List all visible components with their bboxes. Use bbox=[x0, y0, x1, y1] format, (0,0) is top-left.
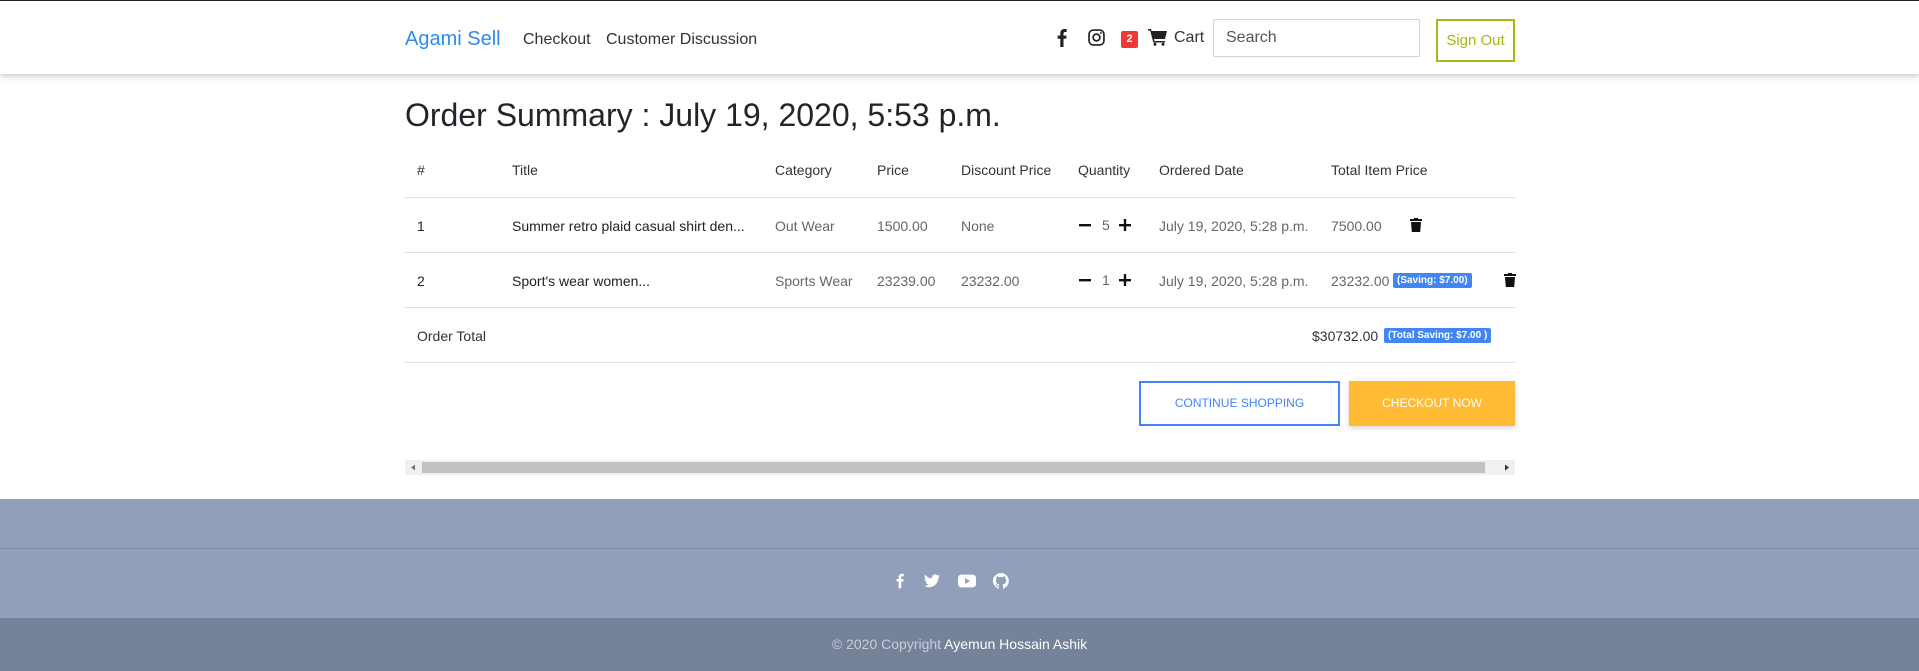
column-header: Title bbox=[512, 162, 538, 178]
item-discount-price: None bbox=[961, 218, 995, 234]
minus-icon[interactable] bbox=[1078, 273, 1092, 287]
column-header: Total Item Price bbox=[1331, 162, 1428, 178]
order-total-row: Order Total $30732.00 (Total Saving: $7.… bbox=[405, 308, 1515, 363]
scroll-left-icon[interactable] bbox=[405, 460, 422, 475]
copyright-text: © 2020 Copyright bbox=[831, 636, 945, 652]
twitter-icon[interactable] bbox=[924, 573, 940, 589]
search-input[interactable] bbox=[1213, 19, 1420, 57]
footer bbox=[0, 499, 1919, 618]
page-title: Order Summary : July 19, 2020, 5:53 p.m. bbox=[405, 97, 1001, 133]
youtube-icon[interactable] bbox=[958, 573, 976, 589]
trash-icon[interactable] bbox=[1410, 218, 1422, 232]
item-price: 23239.00 bbox=[877, 273, 936, 289]
horizontal-scrollbar[interactable] bbox=[405, 460, 1515, 475]
order-total-label: Order Total bbox=[417, 328, 486, 344]
github-icon[interactable] bbox=[993, 573, 1009, 589]
item-total-price: 23232.00 bbox=[1331, 273, 1390, 289]
cart-link[interactable]: Cart bbox=[1174, 29, 1204, 47]
continue-shopping-button[interactable]: CONTINUE SHOPPING bbox=[1139, 381, 1340, 426]
table-row: 1 Summer retro plaid casual shirt den...… bbox=[405, 198, 1515, 253]
item-title[interactable]: Summer retro plaid casual shirt den... bbox=[512, 218, 745, 234]
facebook-icon[interactable] bbox=[896, 573, 904, 589]
cart-icon[interactable] bbox=[1148, 28, 1168, 46]
item-price: 1500.00 bbox=[877, 218, 928, 234]
column-header: Quantity bbox=[1078, 162, 1131, 178]
column-header: Price bbox=[877, 162, 909, 178]
row-number: 2 bbox=[417, 273, 425, 289]
quantity-value: 5 bbox=[1102, 217, 1110, 233]
trash-icon[interactable] bbox=[1504, 273, 1516, 287]
nav-link-checkout[interactable]: Checkout bbox=[523, 31, 591, 49]
total-saving-badge: (Total Saving: $7.00 ) bbox=[1384, 328, 1492, 343]
item-category: Sports Wear bbox=[775, 273, 853, 289]
item-discount-price: 23232.00 bbox=[961, 273, 1020, 289]
ordered-date: July 19, 2020, 5:28 p.m. bbox=[1159, 273, 1309, 289]
nav-link-customer-discussion[interactable]: Customer Discussion bbox=[606, 31, 757, 49]
navbar: Agami Sell Checkout Customer Discussion … bbox=[0, 0, 1919, 74]
column-header: Discount Price bbox=[961, 162, 1052, 178]
column-header: # bbox=[417, 162, 425, 178]
author-link[interactable]: Ayemun Hossain Ashik bbox=[944, 636, 1087, 652]
quantity-value: 1 bbox=[1102, 272, 1110, 288]
plus-icon[interactable] bbox=[1118, 218, 1132, 232]
plus-icon[interactable] bbox=[1118, 273, 1132, 287]
item-category: Out Wear bbox=[775, 218, 835, 234]
page: Agami Sell Checkout Customer Discussion … bbox=[0, 0, 1919, 671]
scroll-right-icon[interactable] bbox=[1498, 460, 1515, 475]
copyright-bar: © 2020 Copyright Ayemun Hossain Ashik bbox=[0, 618, 1919, 671]
order-total-value: $30732.00 bbox=[1312, 328, 1379, 344]
row-number: 1 bbox=[417, 218, 425, 234]
sign-out-button[interactable]: Sign Out bbox=[1436, 19, 1515, 62]
scrollbar-thumb[interactable] bbox=[422, 462, 1485, 473]
ordered-date: July 19, 2020, 5:28 p.m. bbox=[1159, 218, 1309, 234]
instagram-icon[interactable] bbox=[1088, 29, 1105, 46]
minus-icon[interactable] bbox=[1078, 218, 1092, 232]
brand-logo[interactable]: Agami Sell bbox=[405, 28, 501, 51]
item-title[interactable]: Sport's wear women... bbox=[512, 273, 650, 289]
facebook-icon[interactable] bbox=[1056, 29, 1068, 47]
table-row: 2 Sport's wear women... Sports Wear 2323… bbox=[405, 253, 1516, 308]
table-header-row: # Title Category Price Discount Price Qu… bbox=[405, 150, 1515, 198]
saving-badge: (Saving: $7.00) bbox=[1393, 273, 1472, 288]
column-header: Category bbox=[775, 162, 832, 178]
footer-divider bbox=[0, 548, 1919, 549]
item-total-price: 7500.00 bbox=[1331, 218, 1382, 234]
checkout-now-button[interactable]: CHECKOUT NOW bbox=[1349, 381, 1515, 426]
column-header: Ordered Date bbox=[1159, 162, 1244, 178]
cart-count-badge: 2 bbox=[1121, 31, 1138, 48]
